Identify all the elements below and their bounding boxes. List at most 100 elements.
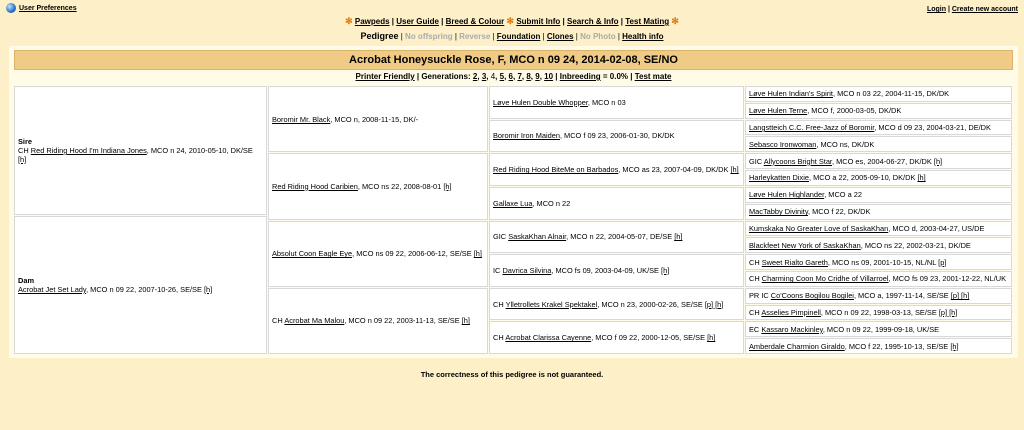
cat-extra-links[interactable]: [h] bbox=[204, 285, 212, 294]
generation-link-9[interactable]: 9 bbox=[535, 72, 539, 81]
cat-link[interactable]: Red Riding Hood BiteMe on Barbados bbox=[493, 165, 618, 174]
cat-title: GIC bbox=[749, 156, 763, 166]
cat-extra-links[interactable]: [h] bbox=[707, 333, 715, 342]
ancestor-cell: Sebasco Ironwoman, MCO ns, DK/DK bbox=[745, 136, 1012, 153]
cat-link[interactable]: MacTabby Divinity bbox=[749, 207, 808, 216]
cat-link[interactable]: Løve Hulen Indian's Spirit bbox=[749, 89, 833, 98]
ancestor-cell: Langstteich C.C. Free-Jazz of Boromir, M… bbox=[745, 119, 1012, 136]
user-preferences-link[interactable]: User Preferences bbox=[19, 5, 77, 12]
generation-current-4: 4 bbox=[490, 72, 496, 81]
cat-link[interactable]: Kassaro Mackinley bbox=[761, 325, 822, 334]
nav-submit-info[interactable]: Submit Info bbox=[516, 17, 560, 26]
generation-link-3[interactable]: 3 bbox=[482, 72, 486, 81]
generation-link-8[interactable]: 8 bbox=[526, 72, 530, 81]
cat-link[interactable]: Co'Coons Bogilou Bogilei bbox=[771, 291, 854, 300]
cat-info: , MCO as 23, 2007-04-09, DK/DK bbox=[618, 165, 729, 175]
cat-link[interactable]: Løve Hulen Terne bbox=[749, 106, 807, 115]
generation-link-6[interactable]: 6 bbox=[509, 72, 513, 81]
cat-extra-links[interactable]: [h] bbox=[443, 182, 451, 191]
cat-link[interactable]: Charming Coon Mo Cridhe of Villarroel bbox=[762, 274, 889, 283]
sire-cell: Sire CH Red Riding Hood I'm Indiana Jone… bbox=[14, 86, 267, 215]
generation-link-5[interactable]: 5 bbox=[500, 72, 504, 81]
ancestor-cell: Kumskaka No Greater Love of SaskaKhan, M… bbox=[745, 220, 1012, 237]
cat-extra-links[interactable]: [p] [h] bbox=[951, 291, 970, 300]
cat-link[interactable]: SaskaKhan Alnair bbox=[508, 232, 566, 241]
cat-link[interactable]: Sebasco Ironwoman bbox=[749, 140, 816, 149]
generation-link-2[interactable]: 2 bbox=[473, 72, 477, 81]
cat-link[interactable]: Blackfeet New York of SaskaKhan bbox=[749, 241, 861, 250]
nav-search-info[interactable]: Search & Info bbox=[567, 17, 619, 26]
cat-link[interactable]: Acrobat Jet Set Lady bbox=[18, 285, 86, 294]
dam-cell: Dam Acrobat Jet Set Lady, MCO n 09 22, 2… bbox=[14, 216, 267, 354]
cat-info: , MCO f 22, DK/DK bbox=[808, 207, 871, 217]
ancestor-cell: CH Ylletrollets Krakel Spektakel, MCO n … bbox=[489, 287, 744, 321]
cat-entry: Sebasco Ironwoman, MCO ns, DK/DK bbox=[749, 140, 1008, 149]
tab-photo: No Photo bbox=[580, 32, 616, 41]
nav-test-mating[interactable]: Test Mating bbox=[625, 17, 669, 26]
cat-link[interactable]: Boromir Mr. Black bbox=[272, 115, 330, 124]
account-links: Login | Create new account bbox=[926, 6, 1018, 13]
cat-link[interactable]: Allycoons Bright Star bbox=[764, 157, 832, 166]
cat-link[interactable]: Harleykatten Dixie bbox=[749, 173, 809, 182]
cat-extra-links[interactable]: [h] bbox=[934, 157, 942, 166]
ancestor-cell: Løve Hulen Double Whopper, MCO n 03 bbox=[489, 86, 744, 119]
cat-link[interactable]: Boromir Iron Maiden bbox=[493, 131, 560, 140]
nav-breed-colour[interactable]: Breed & Colour bbox=[446, 17, 505, 26]
cat-link[interactable]: Acrobat Ma Malou bbox=[284, 316, 344, 325]
cat-extra-links[interactable]: [h] bbox=[18, 155, 26, 164]
tab-health-info[interactable]: Health info bbox=[622, 32, 663, 41]
cat-extra-links[interactable]: [h] bbox=[674, 232, 682, 241]
cat-link[interactable]: Gallaxe Lua bbox=[493, 199, 532, 208]
nav-pawpeds[interactable]: Pawpeds bbox=[355, 17, 390, 26]
printer-friendly-link[interactable]: Printer Friendly bbox=[356, 72, 415, 81]
cat-extra-links[interactable]: [p] bbox=[938, 258, 946, 267]
cat-extra-links[interactable]: [h] bbox=[730, 165, 738, 174]
ancestor-cell: Amberdale Charmion Giraldo, MCO f 22, 19… bbox=[745, 338, 1012, 354]
ancestor-cell: GIC SaskaKhan Alnair, MCO n 22, 2004-05-… bbox=[489, 220, 744, 254]
cat-link[interactable]: Red Riding Hood Caribien bbox=[272, 182, 358, 191]
cat-info: , MCO n 03 bbox=[587, 97, 626, 107]
test-mate-link[interactable]: Test mate bbox=[635, 72, 672, 81]
cat-info: , MCO n, 2008-11-15, DK/- bbox=[330, 114, 419, 124]
login-link[interactable]: Login bbox=[927, 6, 946, 13]
cat-extra-links[interactable]: [h] bbox=[474, 249, 482, 258]
top-bar: User Preferences Login | Create new acco… bbox=[0, 0, 1024, 16]
tab-clones[interactable]: Clones bbox=[547, 32, 574, 41]
ancestor-cell: Boromir Iron Maiden, MCO f 09 23, 2006-0… bbox=[489, 119, 744, 153]
cat-extra-links[interactable]: [h] bbox=[917, 173, 925, 182]
cat-title: CH bbox=[493, 333, 504, 343]
cat-link[interactable]: Langstteich C.C. Free-Jazz of Boromir bbox=[749, 123, 874, 132]
generation-link-7[interactable]: 7 bbox=[517, 72, 521, 81]
cat-link[interactable]: Amberdale Charmion Giraldo bbox=[749, 342, 845, 351]
cat-link[interactable]: Asselies Pimpinell bbox=[761, 308, 821, 317]
user-preferences[interactable]: User Preferences bbox=[6, 3, 77, 13]
create-account-link[interactable]: Create new account bbox=[952, 6, 1018, 13]
cat-link[interactable]: Sweet Rialto Gareth bbox=[762, 258, 828, 267]
cat-extra-links[interactable]: [h] bbox=[661, 266, 669, 275]
cat-link[interactable]: Acrobat Clarissa Cayenne bbox=[505, 333, 591, 342]
paw-icon: ✻ bbox=[506, 16, 515, 26]
cat-extra-links[interactable]: [h] bbox=[950, 342, 958, 351]
tab-reverse: Reverse bbox=[459, 32, 491, 41]
tab-foundation[interactable]: Foundation bbox=[497, 32, 541, 41]
cat-extra-links[interactable]: [p] [h] bbox=[705, 300, 724, 309]
generations-label: Generations: bbox=[421, 72, 471, 81]
cat-link[interactable]: Kumskaka No Greater Love of SaskaKhan bbox=[749, 224, 888, 233]
generation-link-10[interactable]: 10 bbox=[544, 72, 553, 81]
ancestor-cell: CH Acrobat Ma Malou, MCO n 09 22, 2003-1… bbox=[268, 287, 488, 354]
cat-link[interactable]: Ylletrollets Krakel Spektakel bbox=[506, 300, 598, 309]
cat-entry: Boromir Iron Maiden, MCO f 09 23, 2006-0… bbox=[493, 131, 740, 140]
cat-entry: Amberdale Charmion Giraldo, MCO f 22, 19… bbox=[749, 342, 1008, 351]
cat-link[interactable]: Absolut Coon Eagle Eye bbox=[272, 249, 352, 258]
inbreeding-link[interactable]: Inbreeding bbox=[560, 72, 601, 81]
cat-extra-links[interactable]: [h] bbox=[462, 316, 470, 325]
cat-link[interactable]: Red Riding Hood I'm Indiana Jones bbox=[31, 146, 147, 155]
ancestor-cell: Blackfeet New York of SaskaKhan, MCO ns … bbox=[745, 237, 1012, 254]
cat-info: , MCO n 09 22, 1998-03-13, SE/SE bbox=[820, 307, 937, 317]
cat-extra-links[interactable]: [p] [h] bbox=[939, 308, 958, 317]
nav-user-guide[interactable]: User Guide bbox=[396, 17, 439, 26]
ancestor-cell: Absolut Coon Eagle Eye, MCO ns 09 22, 20… bbox=[268, 220, 488, 287]
cat-link[interactable]: Løve Hulen Highlander bbox=[749, 190, 824, 199]
cat-link[interactable]: Davrica Silvina bbox=[502, 266, 551, 275]
cat-link[interactable]: Løve Hulen Double Whopper bbox=[493, 98, 588, 107]
